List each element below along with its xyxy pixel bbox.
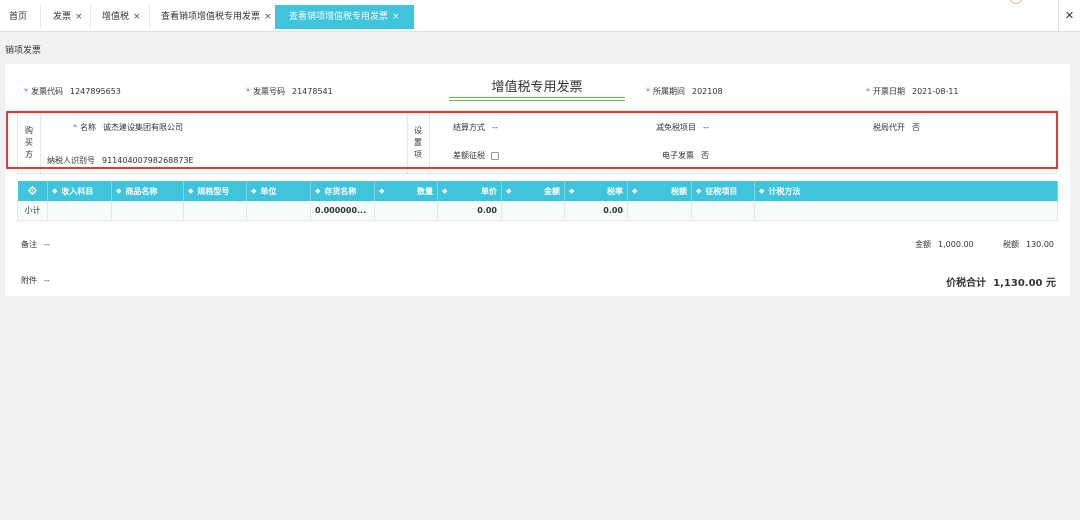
tab-divider: [40, 5, 41, 29]
tab-divider: [149, 5, 150, 29]
column-header-amount[interactable]: ◆ 金额: [501, 181, 565, 201]
sort-icon[interactable]: ◆: [379, 187, 384, 195]
sort-icon[interactable]: ◆: [251, 187, 256, 195]
column-settings[interactable]: [17, 181, 48, 201]
tab-view-output-vat-1[interactable]: 查看销项增值税专用发票 ×: [161, 5, 272, 29]
close-icon[interactable]: ✕: [1058, 0, 1080, 32]
table-cell: [627, 201, 692, 221]
table-cell: [111, 201, 184, 221]
column-header-tax-rate[interactable]: ◆ 税率: [564, 181, 628, 201]
table-cell: [691, 201, 755, 221]
gear-icon[interactable]: [27, 185, 37, 195]
remark-field: 备注 --: [21, 240, 50, 249]
close-icon[interactable]: ×: [75, 12, 83, 22]
tab-divider: [90, 5, 91, 29]
tab-vat[interactable]: 增值税 ×: [102, 5, 141, 29]
column-header-revenue-account[interactable]: ◆ 收入科目: [47, 181, 112, 201]
title-underline: [449, 100, 625, 101]
column-header-tax-amount[interactable]: ◆ 税额: [627, 181, 692, 201]
column-header-quantity[interactable]: ◆ 数量: [374, 181, 438, 201]
column-header-unit[interactable]: ◆ 单位: [246, 181, 311, 201]
title-underline: [449, 97, 625, 98]
invoice-code-field: * 发票代码 1247895653: [24, 87, 121, 96]
sort-icon[interactable]: ◆: [696, 187, 701, 195]
tab-bar: 首页 发票 × 增值税 × 查看销项增值税专用发票 × 查看销项增值税专用发票 × ✕: [0, 0, 1080, 32]
page-title: 销项发票: [5, 46, 42, 56]
invoice-title: 增值税专用发票: [491, 80, 583, 95]
sort-icon[interactable]: ◆: [315, 187, 320, 195]
required-mark: *: [866, 87, 870, 96]
sort-icon[interactable]: ◆: [116, 187, 121, 195]
sort-icon[interactable]: ◆: [442, 187, 447, 195]
invoice-panel: * 发票代码 1247895653 * 发票号码 21478541 增值税专用发票 * 所…: [5, 64, 1070, 296]
column-header-inventory-name[interactable]: ◆ 存货名称: [310, 181, 375, 201]
column-header-spec[interactable]: ◆ 规格型号: [183, 181, 247, 201]
close-icon[interactable]: ×: [133, 12, 141, 22]
total-with-tax: 价税合计 1,130.00 元: [946, 278, 1056, 289]
line-items-table: ◆ 收入科目 ◆ 商品名称 ◆ 规格型号 ◆ 单位 ◆ 存货名称 ◆ 数量 ◆ 单价 ◆ 金额 …: [17, 181, 1058, 221]
table-header-row: ◆ 收入科目 ◆ 商品名称 ◆ 规格型号 ◆ 单位 ◆ 存货名称 ◆ 数量 ◆ 单价 ◆ 金额 …: [17, 181, 1058, 201]
required-mark: *: [646, 87, 650, 96]
close-icon[interactable]: ×: [392, 12, 400, 22]
subtotal-row: 小计 0.000000... 0.00 0.00: [17, 201, 1058, 221]
required-mark: *: [24, 87, 28, 96]
sort-icon[interactable]: ◆: [569, 187, 574, 195]
tab-home[interactable]: 首页: [9, 5, 27, 29]
attachment-field: 附件 --: [21, 276, 50, 285]
table-cell: [47, 201, 112, 221]
column-header-product-name[interactable]: ◆ 商品名称: [111, 181, 184, 201]
column-header-tax-method[interactable]: ◆ 计税方法: [754, 181, 1058, 201]
table-highlight-box: [6, 111, 1058, 169]
close-icon[interactable]: ×: [264, 12, 272, 22]
column-header-tax-item[interactable]: ◆ 征税项目: [691, 181, 755, 201]
sort-icon[interactable]: ◆: [759, 187, 764, 195]
amount-summary: 金额 1,000.00: [915, 240, 974, 249]
subtotal-label: 小计: [17, 201, 48, 221]
table-cell: [501, 201, 565, 221]
sort-icon[interactable]: ◆: [632, 187, 637, 195]
subtotal-amount: 0.00: [437, 201, 502, 221]
table-cell: [246, 201, 311, 221]
column-header-unit-price[interactable]: ◆ 单价: [437, 181, 502, 201]
notification-dot: [1010, 0, 1022, 4]
period-field: * 所属期间 202108: [646, 87, 723, 96]
required-mark: *: [246, 87, 250, 96]
invoice-number-field: * 发票号码 21478541: [246, 87, 333, 96]
sort-icon[interactable]: ◆: [506, 187, 511, 195]
tab-invoice[interactable]: 发票 ×: [53, 5, 83, 29]
table-cell: [754, 201, 1058, 221]
tab-view-output-vat-2[interactable]: 查看销项增值税专用发票 ×: [275, 5, 414, 29]
table-cell: [374, 201, 438, 221]
subtotal-quantity: 0.000000...: [310, 201, 375, 221]
tax-summary: 税额 130.00: [1003, 240, 1054, 249]
sort-icon[interactable]: ◆: [52, 187, 57, 195]
subtotal-tax: 0.00: [564, 201, 628, 221]
table-cell: [183, 201, 247, 221]
sort-icon[interactable]: ◆: [188, 187, 193, 195]
issue-date-field: * 开票日期 2021-08-11: [866, 87, 959, 96]
